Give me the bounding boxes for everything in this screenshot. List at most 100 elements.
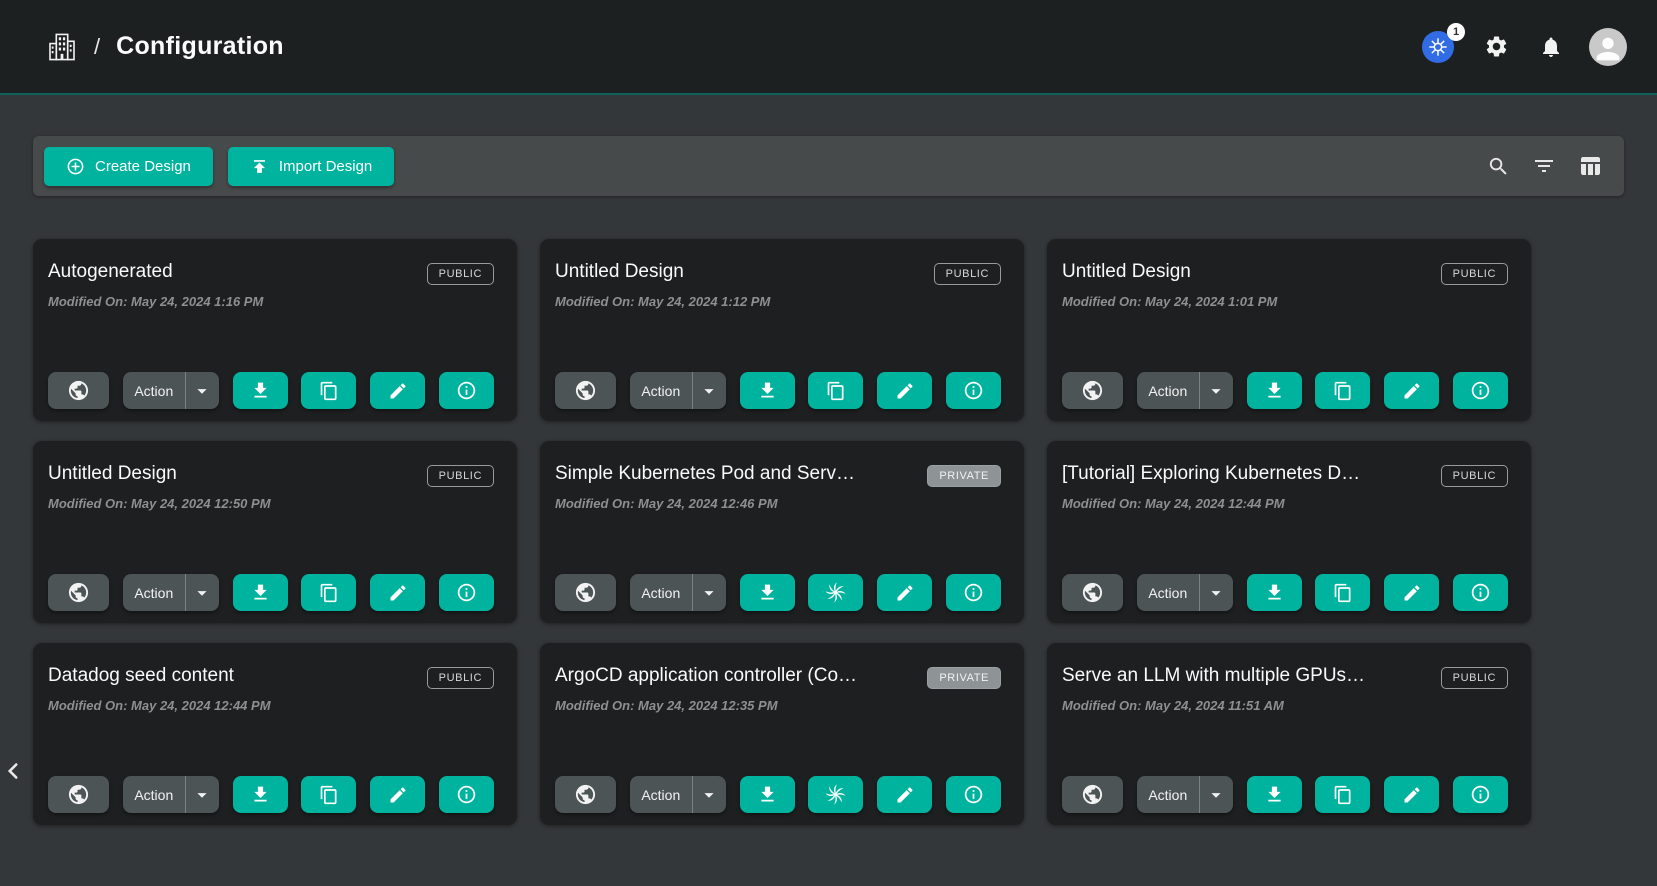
download-button[interactable] — [1247, 776, 1302, 813]
action-button-label[interactable]: Action — [630, 776, 692, 813]
action-dropdown-toggle[interactable] — [1200, 574, 1233, 611]
edit-button[interactable] — [370, 574, 425, 611]
filter-button[interactable] — [1528, 150, 1560, 182]
download-icon — [1264, 582, 1285, 603]
action-split-button[interactable]: Action — [1137, 372, 1233, 409]
download-button[interactable] — [740, 372, 795, 409]
settings-button[interactable] — [1480, 30, 1513, 63]
clone-button[interactable] — [301, 372, 356, 409]
action-button-label[interactable]: Action — [123, 574, 185, 611]
clone-button[interactable] — [808, 574, 863, 611]
visibility-globe-button[interactable] — [555, 776, 616, 813]
edit-button[interactable] — [1384, 372, 1439, 409]
import-design-button[interactable]: Import Design — [228, 147, 394, 186]
visibility-globe-button[interactable] — [48, 372, 109, 409]
clone-button[interactable] — [301, 776, 356, 813]
notifications-button[interactable] — [1535, 31, 1567, 63]
action-dropdown-toggle[interactable] — [186, 372, 219, 409]
info-button[interactable] — [1453, 776, 1508, 813]
card-actions: Action — [1062, 372, 1508, 409]
visibility-globe-button[interactable] — [1062, 372, 1123, 409]
visibility-globe-button[interactable] — [555, 574, 616, 611]
visibility-globe-button[interactable] — [555, 372, 616, 409]
modified-on-label: Modified On: May 24, 2024 12:44 PM — [1062, 496, 1508, 511]
design-title: Autogenerated — [48, 255, 173, 283]
info-button[interactable] — [439, 776, 494, 813]
action-button-label[interactable]: Action — [123, 372, 185, 409]
action-dropdown-toggle[interactable] — [1200, 372, 1233, 409]
edit-button[interactable] — [877, 776, 932, 813]
clone-button[interactable] — [1315, 776, 1370, 813]
action-split-button[interactable]: Action — [123, 574, 219, 611]
visibility-globe-button[interactable] — [1062, 574, 1123, 611]
clone-button[interactable] — [1315, 574, 1370, 611]
design-title: ArgoCD application controller (Co… — [555, 659, 857, 687]
edit-button[interactable] — [1384, 776, 1439, 813]
action-button-label[interactable]: Action — [1137, 574, 1199, 611]
action-button-label[interactable]: Action — [123, 776, 185, 813]
action-dropdown-toggle[interactable] — [693, 574, 726, 611]
action-button-label[interactable]: Action — [1137, 776, 1199, 813]
action-button-label[interactable]: Action — [630, 574, 692, 611]
action-button-label[interactable]: Action — [630, 372, 692, 409]
action-split-button[interactable]: Action — [630, 372, 726, 409]
action-dropdown-toggle[interactable] — [186, 574, 219, 611]
action-button-label[interactable]: Action — [1137, 372, 1199, 409]
create-design-button[interactable]: Create Design — [44, 147, 213, 186]
action-dropdown-toggle[interactable] — [693, 372, 726, 409]
kubernetes-context-button[interactable]: 1 — [1418, 27, 1458, 67]
designs-toolbar: Create Design Import Design — [33, 136, 1624, 196]
action-split-button[interactable]: Action — [123, 776, 219, 813]
breadcrumb-separator: / — [94, 34, 100, 60]
visibility-globe-button[interactable] — [48, 776, 109, 813]
table-view-button[interactable] — [1574, 150, 1606, 182]
action-split-button[interactable]: Action — [630, 574, 726, 611]
globe-icon — [1081, 581, 1104, 604]
clone-button[interactable] — [301, 574, 356, 611]
download-button[interactable] — [740, 574, 795, 611]
edit-button[interactable] — [1384, 574, 1439, 611]
action-split-button[interactable]: Action — [1137, 776, 1233, 813]
info-icon — [1470, 784, 1491, 805]
organization-building-icon[interactable] — [46, 31, 78, 63]
import-design-label: Import Design — [279, 158, 372, 175]
plus-circle-icon — [66, 157, 85, 176]
search-button[interactable] — [1483, 151, 1514, 182]
edit-button[interactable] — [877, 574, 932, 611]
sidebar-collapse-chevron[interactable] — [0, 758, 26, 784]
user-avatar[interactable] — [1589, 28, 1627, 66]
action-dropdown-toggle[interactable] — [1200, 776, 1233, 813]
action-dropdown-toggle[interactable] — [186, 776, 219, 813]
action-split-button[interactable]: Action — [630, 776, 726, 813]
visibility-globe-button[interactable] — [48, 574, 109, 611]
info-button[interactable] — [946, 776, 1001, 813]
visibility-globe-button[interactable] — [1062, 776, 1123, 813]
action-split-button[interactable]: Action — [123, 372, 219, 409]
action-split-button[interactable]: Action — [1137, 574, 1233, 611]
info-button[interactable] — [946, 574, 1001, 611]
download-button[interactable] — [233, 776, 288, 813]
download-button[interactable] — [233, 372, 288, 409]
download-button[interactable] — [1247, 372, 1302, 409]
clone-button[interactable] — [808, 372, 863, 409]
copy-icon — [319, 785, 339, 805]
download-button[interactable] — [740, 776, 795, 813]
info-button[interactable] — [439, 372, 494, 409]
gear-icon — [1484, 34, 1509, 59]
clone-button[interactable] — [808, 776, 863, 813]
info-button[interactable] — [439, 574, 494, 611]
pencil-icon — [1402, 785, 1422, 805]
globe-icon — [67, 581, 90, 604]
download-button[interactable] — [1247, 574, 1302, 611]
info-button[interactable] — [946, 372, 1001, 409]
visibility-chip: PUBLIC — [1441, 263, 1508, 285]
action-dropdown-toggle[interactable] — [693, 776, 726, 813]
clone-button[interactable] — [1315, 372, 1370, 409]
download-button[interactable] — [233, 574, 288, 611]
info-button[interactable] — [1453, 574, 1508, 611]
edit-button[interactable] — [877, 372, 932, 409]
info-button[interactable] — [1453, 372, 1508, 409]
download-icon — [757, 784, 778, 805]
edit-button[interactable] — [370, 776, 425, 813]
edit-button[interactable] — [370, 372, 425, 409]
